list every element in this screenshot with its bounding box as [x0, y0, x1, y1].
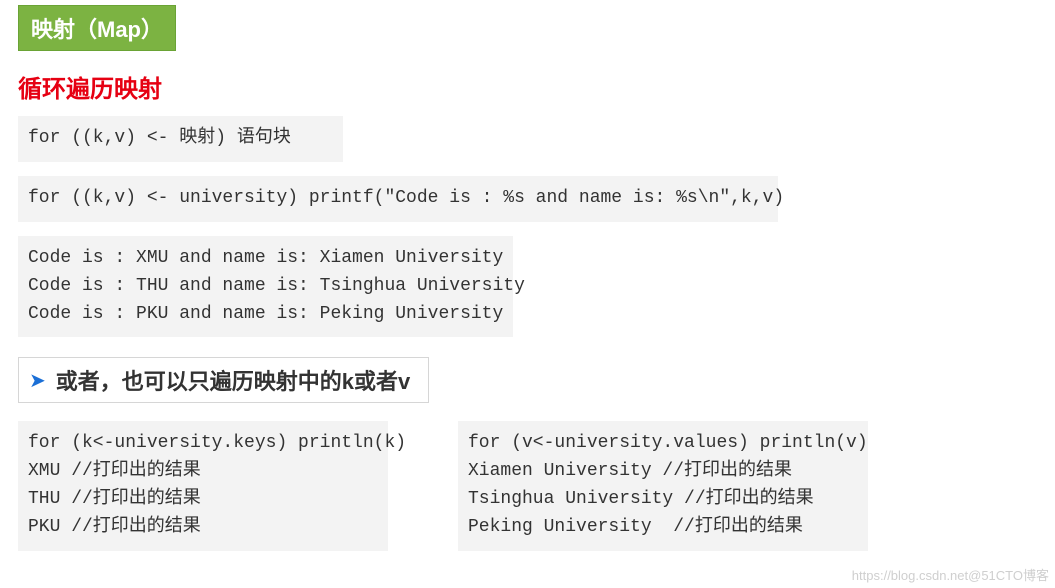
watermark-text: https://blog.csdn.net@51CTO博客	[852, 565, 1049, 584]
code-block-values: for (v<-university.values) println(v) Xi…	[458, 421, 868, 551]
code-block-output: Code is : XMU and name is: Xiamen Univer…	[18, 236, 513, 338]
code-block-keys: for (k<-university.keys) println(k) XMU …	[18, 421, 388, 551]
code-block-syntax: for ((k,v) <- 映射) 语句块	[18, 116, 343, 162]
arrow-right-icon: ➤	[29, 368, 46, 393]
two-column-row: for (k<-university.keys) println(k) XMU …	[18, 421, 1037, 551]
sub-heading-text: 或者，也可以只遍历映射中的k或者v	[56, 364, 410, 396]
page-badge-title: 映射（Map）	[18, 5, 176, 51]
sub-heading-box: ➤ 或者，也可以只遍历映射中的k或者v	[18, 357, 429, 403]
code-block-example: for ((k,v) <- university) printf("Code i…	[18, 176, 778, 222]
section-heading: 循环遍历映射	[18, 69, 1037, 104]
